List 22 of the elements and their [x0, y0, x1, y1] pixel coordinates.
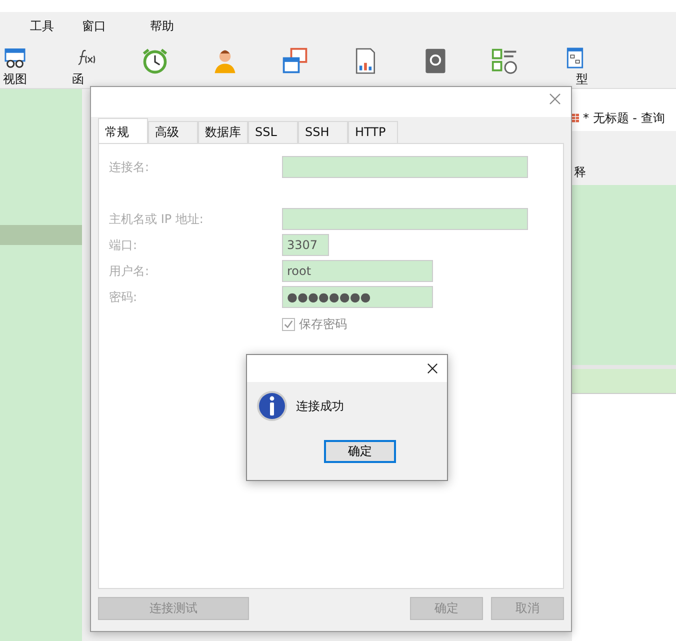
field-label: 密码: — [109, 288, 138, 306]
field-label: 端口: — [109, 236, 138, 254]
toolbar-label: 视图 — [3, 71, 27, 88]
input-field[interactable] — [282, 156, 528, 178]
field-label: 用户名: — [109, 262, 150, 280]
checkbox-label: 保存密码 — [299, 316, 347, 333]
toolbar-label: 函 — [72, 71, 84, 88]
field-label: 连接名: — [109, 158, 150, 176]
input-field[interactable] — [282, 208, 528, 230]
menu-item[interactable]: 工具 — [30, 18, 54, 34]
menu-item[interactable]: 窗口 — [82, 18, 106, 34]
field-label: 主机名或 IP 地址: — [109, 210, 204, 228]
clock-icon[interactable] — [141, 47, 169, 75]
message-text: 连接成功 — [296, 398, 344, 414]
table-icon[interactable] — [281, 47, 309, 75]
ok-button[interactable]: 确定 — [324, 440, 396, 463]
menu-item[interactable]: 帮助 — [150, 18, 174, 34]
toolbar-label: 型 — [576, 71, 588, 88]
checklist-icon[interactable] — [491, 47, 519, 75]
info-icon — [256, 390, 288, 422]
close-icon[interactable] — [427, 363, 438, 374]
column-header: 释 — [572, 161, 676, 185]
